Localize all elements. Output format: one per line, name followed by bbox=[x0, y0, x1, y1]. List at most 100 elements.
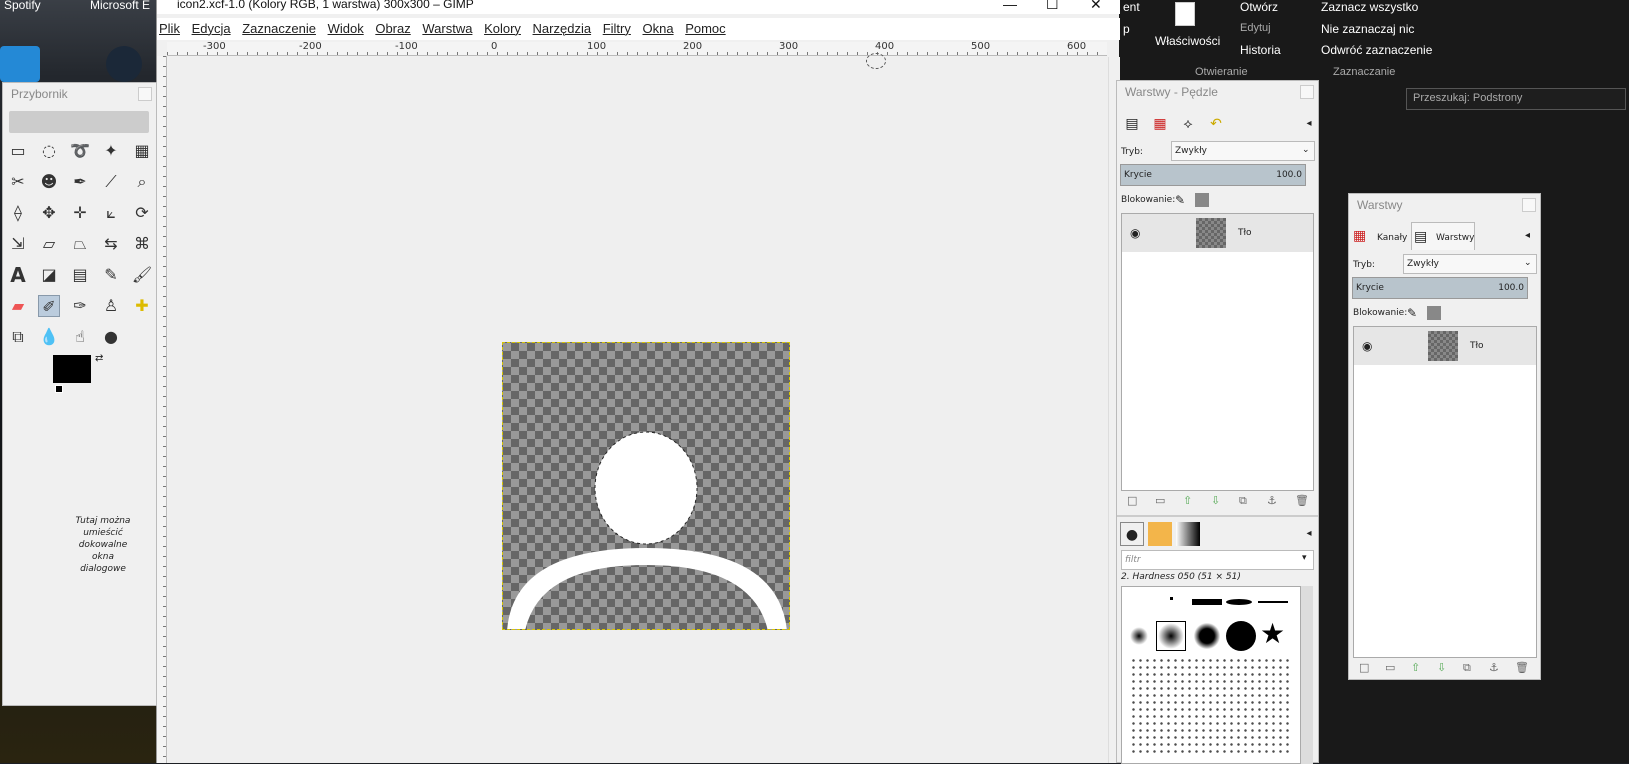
menu-filtry[interactable]: Filtry bbox=[601, 18, 637, 36]
smudge-icon[interactable]: ☝ bbox=[69, 326, 91, 348]
minimize-icon[interactable]: — bbox=[1003, 0, 1017, 12]
ribbon-p-label[interactable]: p bbox=[1123, 22, 1130, 36]
history-button[interactable]: Historia bbox=[1240, 43, 1281, 57]
anchor-layer-icon[interactable]: ⚓ bbox=[1489, 661, 1499, 674]
dock-menu-icon[interactable]: ◂ bbox=[1297, 112, 1321, 136]
duplicate-layer-icon[interactable]: ⧉ bbox=[1239, 494, 1247, 508]
lock-pixels-icon[interactable]: ✎ bbox=[1407, 306, 1417, 320]
perspective-clone-icon[interactable]: ⧉ bbox=[7, 326, 29, 348]
search-box[interactable]: Przeszukaj: Podstrony bbox=[1406, 88, 1626, 110]
wilber-drop-area[interactable] bbox=[9, 111, 149, 133]
visibility-eye-icon[interactable]: ◉ bbox=[1130, 226, 1140, 240]
texture-brushes[interactable] bbox=[1130, 657, 1290, 757]
flip-icon[interactable]: ⇆ bbox=[100, 233, 122, 255]
scissors-icon[interactable]: ✂ bbox=[7, 171, 29, 193]
clone-icon[interactable]: ♙ bbox=[100, 295, 122, 317]
anchor-layer-icon[interactable]: ⚓ bbox=[1267, 494, 1277, 507]
layers-tab-icon[interactable]: ▤ bbox=[1120, 112, 1144, 136]
star-brush-icon[interactable]: ★ bbox=[1260, 617, 1285, 650]
raise-layer-icon[interactable]: ⇧ bbox=[1183, 494, 1192, 507]
close-icon[interactable]: ✕ bbox=[1090, 0, 1102, 13]
opacity-slider[interactable]: Krycie 100.0 bbox=[1120, 164, 1306, 186]
text-tool-icon[interactable]: A bbox=[7, 264, 29, 286]
default-colors-icon[interactable] bbox=[55, 385, 63, 393]
invert-selection-button[interactable]: Odwróć zaznaczenie bbox=[1321, 43, 1432, 57]
brush-item[interactable] bbox=[1258, 601, 1288, 603]
brush-item[interactable] bbox=[1194, 623, 1220, 649]
fuzzy-select-icon[interactable]: ✦ bbox=[100, 140, 122, 162]
lock-alpha-icon[interactable] bbox=[1195, 193, 1209, 207]
paths-icon[interactable]: ✒ bbox=[69, 171, 91, 193]
menu-pomoc[interactable]: Pomoc bbox=[683, 18, 731, 36]
menu-edycja[interactable]: Edycja bbox=[190, 18, 237, 36]
brush-scrollbar[interactable] bbox=[1301, 586, 1313, 764]
rect-select-icon[interactable]: ▭ bbox=[7, 140, 29, 162]
menu-warstwa[interactable]: Warstwa bbox=[420, 18, 478, 36]
shear-icon[interactable]: ▱ bbox=[38, 233, 60, 255]
brush-item[interactable] bbox=[1170, 597, 1173, 600]
bucket-fill-icon[interactable]: ◪ bbox=[38, 264, 60, 286]
window-titlebar[interactable]: icon2.xcf-1.0 (Kolory RGB, 1 warstwa) 30… bbox=[157, 0, 1120, 14]
layer-name[interactable]: Tło bbox=[1470, 341, 1484, 351]
vertical-ruler[interactable] bbox=[157, 56, 167, 763]
brush-item[interactable] bbox=[1130, 627, 1148, 645]
mode-dropdown[interactable]: Zwykły ⌄ bbox=[1403, 254, 1537, 274]
dodge-burn-icon[interactable]: ● bbox=[100, 326, 122, 348]
mode-dropdown[interactable]: Zwykły ⌄ bbox=[1171, 141, 1315, 161]
brushes-menu-icon[interactable]: ◂ bbox=[1297, 522, 1321, 546]
gradient-icon[interactable]: ▤ bbox=[69, 264, 91, 286]
vscode-icon[interactable] bbox=[0, 46, 40, 82]
channels-tab-icon[interactable]: ▦ bbox=[1148, 112, 1172, 136]
patterns-tab-icon[interactable] bbox=[1148, 522, 1172, 546]
layers-dialog-close-icon[interactable] bbox=[1522, 198, 1536, 212]
menu-obraz[interactable]: Obraz bbox=[373, 18, 416, 36]
visibility-eye-icon[interactable]: ◉ bbox=[1362, 339, 1372, 353]
open-button[interactable]: Otwórz bbox=[1240, 0, 1278, 14]
duplicate-layer-icon[interactable]: ⧉ bbox=[1463, 661, 1471, 675]
layer-row[interactable]: ◉ Tło bbox=[1122, 214, 1313, 252]
menu-kolory[interactable]: Kolory bbox=[482, 18, 527, 36]
filter-dropdown-icon[interactable]: ▾ bbox=[1302, 553, 1307, 563]
pencil-icon[interactable]: ✎ bbox=[100, 264, 122, 286]
color-picker-icon[interactable]: ⟋ bbox=[100, 171, 122, 193]
tab-channels[interactable]: ▦ Kanały bbox=[1351, 224, 1409, 250]
maximize-icon[interactable]: ☐ bbox=[1046, 0, 1059, 13]
brush-item-selected[interactable] bbox=[1156, 621, 1186, 651]
measure-icon[interactable]: ⟠ bbox=[7, 202, 29, 224]
heal-icon[interactable]: ✚ bbox=[131, 295, 153, 317]
swap-colors-icon[interactable]: ⇄ bbox=[95, 353, 103, 364]
properties-icon[interactable] bbox=[1175, 2, 1195, 26]
gradients-tab-icon[interactable] bbox=[1176, 522, 1200, 546]
layer-group-icon[interactable]: ▭ bbox=[1155, 494, 1165, 507]
undo-tab-icon[interactable]: ↶ bbox=[1204, 112, 1228, 136]
foreground-color-swatch[interactable] bbox=[53, 355, 91, 383]
toolbox-close-icon[interactable] bbox=[138, 87, 152, 101]
ink-icon[interactable]: ✑ bbox=[69, 295, 91, 317]
horizontal-ruler[interactable]: -300 -200 -100 0 100 200 300 400 500 600 bbox=[167, 41, 1107, 56]
select-none-button[interactable]: Nie zaznaczaj nic bbox=[1321, 22, 1414, 36]
align-icon[interactable]: ✛ bbox=[69, 202, 91, 224]
edit-button[interactable]: Edytuj bbox=[1240, 22, 1271, 34]
ribbon-cut-label[interactable]: ent bbox=[1123, 0, 1140, 14]
brush-filter-field[interactable]: filtr ▾ bbox=[1121, 550, 1314, 570]
paintbrush-icon[interactable]: 🖌 bbox=[131, 264, 153, 286]
dock-close-icon[interactable] bbox=[1300, 85, 1314, 99]
lasso-icon[interactable]: ➰ bbox=[69, 140, 91, 162]
brush-item[interactable] bbox=[1192, 599, 1222, 605]
canvas-area[interactable] bbox=[168, 53, 1108, 763]
raise-layer-icon[interactable]: ⇧ bbox=[1411, 661, 1420, 674]
layers-dialog-menu-icon[interactable]: ◂ bbox=[1525, 230, 1530, 241]
taskbar-label-microsoft[interactable]: Microsoft E bbox=[90, 0, 150, 12]
lower-layer-icon[interactable]: ⇩ bbox=[1437, 661, 1446, 674]
lock-pixels-icon[interactable]: ✎ bbox=[1175, 193, 1185, 207]
new-layer-icon[interactable]: □ bbox=[1359, 661, 1369, 674]
paths-tab-icon[interactable]: ⟡ bbox=[1176, 112, 1200, 136]
lower-layer-icon[interactable]: ⇩ bbox=[1211, 494, 1220, 507]
new-layer-icon[interactable]: □ bbox=[1127, 494, 1137, 507]
foreground-select-icon[interactable]: ☻ bbox=[38, 171, 60, 193]
color-select-icon[interactable]: ▦ bbox=[131, 140, 153, 162]
perspective-icon[interactable]: ⏢ bbox=[69, 233, 91, 255]
menu-okna[interactable]: Okna bbox=[641, 18, 680, 36]
properties-button[interactable]: Właściwości bbox=[1155, 34, 1220, 48]
steam-icon[interactable] bbox=[106, 46, 142, 82]
